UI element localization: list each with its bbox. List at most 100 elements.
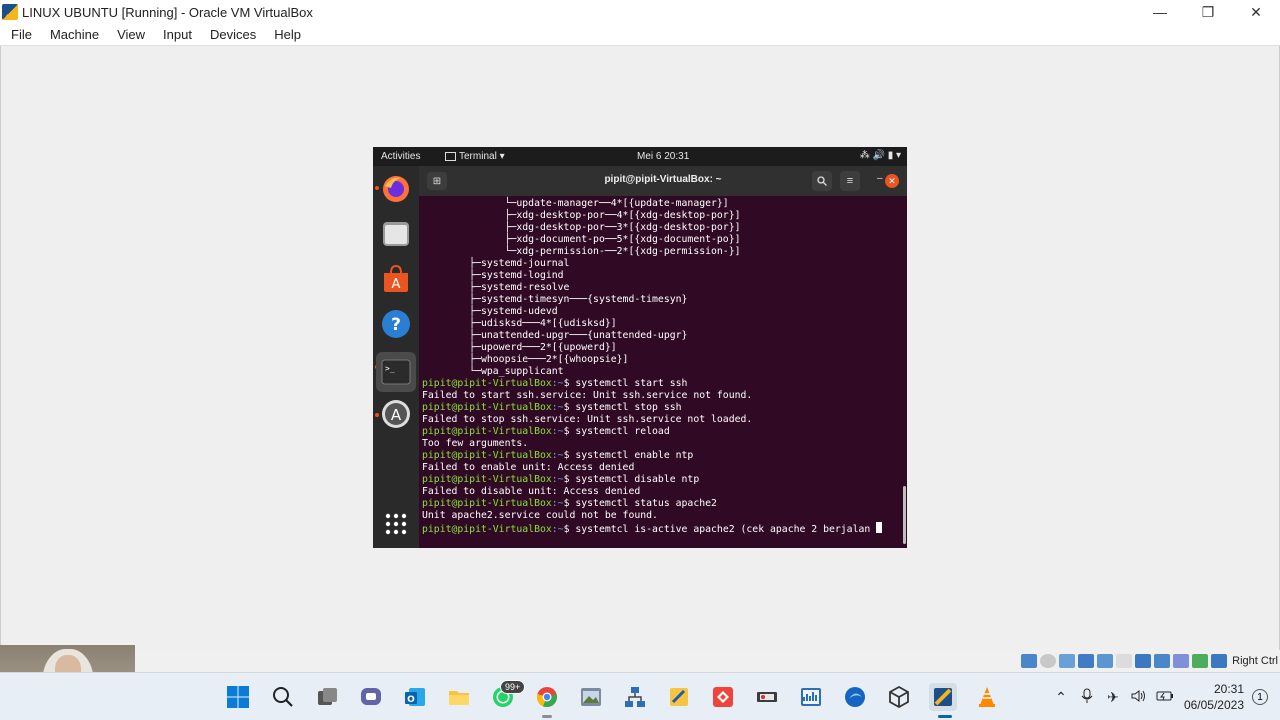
close-button[interactable]: ✕ [1232,0,1280,24]
help-icon[interactable]: ? [380,308,412,340]
file-explorer-icon[interactable] [445,683,473,711]
sticky-app-icon[interactable] [665,683,693,711]
menu-view[interactable]: View [108,24,154,46]
browser-blue-icon[interactable] [841,683,869,711]
ubuntu-guest-screen[interactable]: Activities Terminal ▾ Mei 6 20:31 ⁂ 🔊 ▮ … [373,147,907,548]
network-app-icon[interactable] [621,683,649,711]
terminal-scrollbar[interactable] [903,486,906,544]
terminal-output-line: Unit apache2.service could not be found. [422,510,658,521]
app-menu-label: Terminal ▾ [459,151,505,162]
guest-additions-icon[interactable] [1192,654,1209,668]
search-icon [817,176,827,186]
window-title: LINUX UBUNTU [Running] - Oracle VM Virtu… [22,4,313,20]
menu-devices[interactable]: Devices [201,24,265,46]
menu-file[interactable]: File [0,24,41,46]
anydesk-icon[interactable] [709,683,737,711]
menu-machine[interactable]: Machine [41,24,108,46]
terminal-command-line: pipit@pipit-VirtualBox:~$ systemctl stat… [422,498,882,510]
gnome-system-tray[interactable]: ⁂ 🔊 ▮ ▾ [860,150,901,161]
virtualbox-cube-icon[interactable] [885,683,913,711]
taskbar-clock[interactable]: 20:31 06/05/2023 [1184,681,1244,713]
command-text: systemtcl is-active apache2 (cek apache … [575,524,877,535]
screen-recorder-icon[interactable] [753,683,781,711]
prompt-path: :~ [551,474,564,485]
terminal-command-line: pipit@pipit-VirtualBox:~$ systemctl stop… [422,402,882,414]
virtualbox-icon[interactable] [929,683,957,711]
terminal-output-line: ├─xdg-document-po──5*[{xdg-document-po}] [422,234,741,245]
vlc-icon[interactable] [973,683,1001,711]
prompt-path: :~ [551,524,564,535]
task-manager-icon[interactable] [797,683,825,711]
mouse-integration-icon[interactable] [1211,654,1228,668]
optical-drive-icon[interactable] [1040,654,1057,668]
prompt-user: pipit@pipit-VirtualBox [422,402,552,413]
terminal-minimize-button[interactable]: – [877,173,883,184]
teams-chat-icon[interactable] [357,683,385,711]
terminal-output[interactable]: └─update-manager──4*[{update-manager}] ├… [419,196,907,548]
airplane-mode-icon[interactable]: ✈ [1100,689,1126,706]
usb-icon[interactable] [1097,654,1114,668]
outlook-icon[interactable]: O [401,683,429,711]
menu-help[interactable]: Help [265,24,310,46]
battery-icon[interactable] [1152,689,1178,705]
gnome-clock[interactable]: Mei 6 20:31 [637,151,689,162]
terminal-app-menu[interactable]: Terminal ▾ [445,151,505,162]
terminal-output-line: ├─upowerd───2*[{upowerd}] [422,342,617,353]
terminal-close-button[interactable]: ✕ [885,174,899,188]
menu-input[interactable]: Input [154,24,201,46]
network-icon[interactable] [1078,654,1095,668]
terminal-icon[interactable]: >_ [376,352,416,392]
firefox-icon[interactable] [380,173,412,205]
clock-date: 06/05/2023 [1183,698,1244,712]
terminal-output-line: └─xdg-permission-──2*[{xdg-permission-}] [422,246,741,257]
start-icon[interactable] [224,683,252,711]
task-view-icon[interactable] [313,683,341,711]
running-indicator [375,186,379,190]
microphone-icon[interactable] [1074,688,1100,707]
svg-text:>_: >_ [385,364,395,373]
notification-count[interactable]: 1 [1252,689,1268,705]
activities-button[interactable]: Activities [381,151,420,162]
terminal-output-line: ├─systemd-resolve [422,282,570,293]
chrome-icon[interactable] [533,683,561,711]
files-icon[interactable] [380,218,412,250]
display-icon[interactable] [1135,654,1152,668]
chevron-up-icon[interactable]: ⌃ [1048,689,1074,706]
show-apps-icon[interactable] [380,508,412,540]
search-icon[interactable] [269,683,297,711]
terminal-headerbar: ⊞ pipit@pipit-VirtualBox: ~ ≡ – ▫ ✕ [419,166,907,196]
terminal-output-line: ├─whoopsie───2*[{whoopsie}] [422,354,629,365]
command-text: systemctl status apache2 [575,498,717,509]
terminal-title: pipit@pipit-VirtualBox: ~ [604,174,722,185]
svg-text:A: A [392,277,401,292]
audio-icon[interactable] [1059,654,1076,668]
terminal-output-line: ├─unattended-upgr───{unattended-upgr} [422,330,688,341]
hamburger-menu-button[interactable]: ≡ [840,171,860,191]
svg-text:A: A [391,406,402,424]
minimize-button[interactable]: — [1136,0,1184,24]
search-button[interactable] [812,171,832,191]
recording-icon[interactable] [1154,654,1171,668]
terminal-command-line: pipit@pipit-VirtualBox:~$ systemctl relo… [422,426,882,438]
prompt-path: :~ [551,450,564,461]
prompt-dollar: $ [563,426,576,437]
restore-button[interactable]: ❐ [1184,0,1232,24]
command-text: systemctl start ssh [575,378,688,389]
hard-disk-icon[interactable] [1021,654,1038,668]
prompt-dollar: $ [563,498,576,509]
command-text: systemctl disable ntp [575,474,700,485]
svg-text:?: ? [391,315,401,335]
software-updater-icon[interactable]: A [380,398,412,430]
image-app-icon[interactable] [577,683,605,711]
app-center-icon[interactable]: A [380,263,412,295]
prompt-user: pipit@pipit-VirtualBox [422,524,552,535]
vt-x-icon[interactable] [1173,654,1190,668]
ubuntu-dock: A ? >_ A [373,166,419,548]
volume-icon[interactable] [1126,689,1152,706]
windows-taskbar: O 99+ ⌃ ✈ 20:31 06/05/2023 1 [0,672,1280,720]
shared-folders-icon[interactable] [1116,654,1133,668]
terminal-output-line: Failed to disable unit: Access denied [422,486,641,497]
terminal-small-icon [445,152,456,161]
svg-text:O: O [407,695,415,705]
prompt-user: pipit@pipit-VirtualBox [422,426,552,437]
